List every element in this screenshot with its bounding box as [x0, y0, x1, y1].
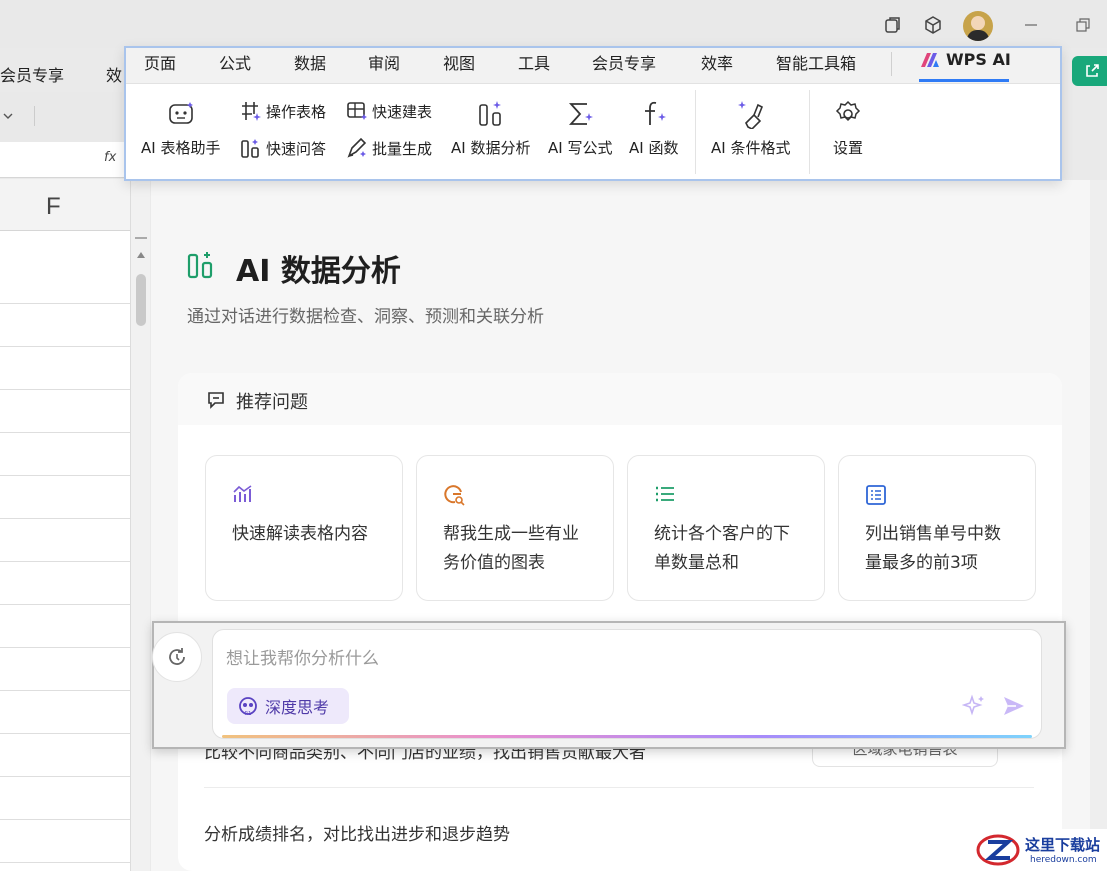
- watermark-name: 这里下载站: [1025, 836, 1101, 854]
- tab-efficiency[interactable]: 效率: [701, 50, 733, 74]
- ai-table-assistant-button[interactable]: AI 表格助手: [141, 99, 220, 158]
- list-item[interactable]: 分析成绩排名，对比找出进步和退步趋势: [204, 820, 510, 845]
- chart-icon: [232, 484, 254, 504]
- quick-qa-button[interactable]: 快速问答: [240, 137, 326, 159]
- maximize-icon[interactable]: [1072, 14, 1094, 36]
- active-tab-indicator: [919, 79, 1009, 82]
- divider: [204, 787, 1034, 788]
- gear-icon: [835, 100, 861, 122]
- background-toolbar-row: [0, 92, 130, 142]
- data-analysis-icon: [187, 249, 219, 279]
- question-card[interactable]: 快速解读表格内容: [205, 455, 403, 601]
- quick-build-label: 快速建表: [372, 102, 433, 121]
- question-card[interactable]: 列出销售单号中数量最多的前3项: [838, 455, 1036, 601]
- tab-review[interactable]: 审阅: [368, 50, 400, 74]
- question-card[interactable]: 帮我生成一些有业务价值的图表: [416, 455, 614, 601]
- recommend-header-label: 推荐问题: [236, 392, 308, 413]
- operate-table-label: 操作表格: [266, 102, 327, 121]
- bg-tab-member[interactable]: 会员专享: [0, 62, 64, 86]
- tab-member[interactable]: 会员专享: [592, 50, 656, 74]
- settings-label: 设置: [833, 139, 864, 157]
- table-list-icon: [865, 484, 887, 506]
- avatar[interactable]: [963, 11, 993, 41]
- chevron-down-icon[interactable]: [2, 110, 14, 122]
- ribbon-separator: [695, 90, 696, 174]
- batch-generate-button[interactable]: 批量生成: [346, 137, 432, 159]
- question-card-text: 快速解读表格内容: [232, 524, 368, 544]
- function-icon: [644, 101, 666, 125]
- scroll-up-icon[interactable]: [137, 252, 145, 258]
- brush-icon: [737, 101, 763, 129]
- cube-icon[interactable]: [922, 14, 944, 36]
- operate-table-button[interactable]: 操作表格: [240, 100, 326, 122]
- ai-table-assistant-label: AI 表格助手: [141, 139, 221, 157]
- sigma-icon: [569, 103, 594, 125]
- deep-think-icon: R1: [239, 697, 257, 717]
- minimize-icon[interactable]: [1020, 14, 1042, 36]
- tab-separator: [891, 52, 892, 76]
- pen-icon: [347, 137, 367, 158]
- tab-smart-toolbox[interactable]: 智能工具箱: [776, 50, 856, 74]
- quick-build-button[interactable]: 快速建表: [346, 100, 432, 122]
- bg-tab-efficiency[interactable]: 效: [106, 62, 122, 86]
- send-icon[interactable]: [1002, 695, 1026, 717]
- question-card[interactable]: 统计各个客户的下单数量总和: [627, 455, 825, 601]
- ai-conditional-format-label: AI 条件格式: [711, 139, 791, 157]
- sparkle-icon[interactable]: [962, 694, 986, 718]
- scrollbar-thumb[interactable]: [136, 274, 146, 326]
- ai-data-analysis-button[interactable]: AI 数据分析: [451, 99, 530, 158]
- tab-formula[interactable]: 公式: [219, 50, 251, 74]
- ai-function-label: AI 函数: [629, 139, 679, 157]
- share-button[interactable]: [1072, 56, 1107, 86]
- settings-button[interactable]: 设置: [833, 99, 863, 158]
- tab-page[interactable]: 页面: [144, 50, 176, 74]
- watermark-url: heredown.com: [1030, 855, 1097, 865]
- question-card-text: 帮我生成一些有业务价值的图表: [443, 524, 579, 573]
- batch-generate-label: 批量生成: [372, 139, 433, 158]
- sheet-scrollbar[interactable]: [130, 179, 150, 871]
- data-analysis-icon: [478, 101, 501, 126]
- panel-subtitle: 通过对话进行数据检查、洞察、预测和关联分析: [187, 307, 544, 327]
- question-card-text: 列出销售单号中数量最多的前3项: [865, 524, 1001, 573]
- build-table-icon: [347, 102, 367, 120]
- tab-wps-ai-label: WPS AI: [946, 50, 1011, 69]
- table-grid-icon: [242, 102, 261, 121]
- cell-grid[interactable]: [0, 231, 130, 871]
- fx-icon[interactable]: fx: [104, 150, 116, 165]
- input-glow-bar: [222, 735, 1032, 738]
- quick-qa-label: 快速问答: [266, 139, 327, 158]
- recommend-header: [178, 373, 1062, 425]
- tab-tools[interactable]: 工具: [518, 50, 550, 74]
- window-restore-icon[interactable]: [882, 14, 904, 36]
- column-header[interactable]: F: [0, 179, 130, 231]
- ai-conditional-format-button[interactable]: AI 条件格式: [711, 99, 790, 158]
- tab-wps-ai[interactable]: WPS AI: [920, 50, 1011, 69]
- deep-think-label: 深度思考: [265, 698, 330, 717]
- history-icon: [169, 648, 185, 665]
- question-card-text: 统计各个客户的下单数量总和: [654, 524, 790, 573]
- history-button[interactable]: [152, 632, 202, 682]
- tab-data[interactable]: 数据: [294, 50, 326, 74]
- ai-function-button[interactable]: AI 函数: [629, 99, 678, 158]
- comment-icon: [206, 390, 226, 410]
- wps-ai-logo-icon: [921, 52, 939, 67]
- search-chart-icon: [443, 484, 465, 506]
- ai-write-formula-button[interactable]: AI 写公式: [548, 99, 612, 158]
- ai-data-analysis-label: AI 数据分析: [451, 139, 531, 157]
- ribbon-separator: [809, 90, 810, 174]
- quick-qa-icon: [241, 139, 259, 158]
- watermark-logo-icon: [976, 832, 1020, 868]
- deep-think-button[interactable]: R1 深度思考: [227, 688, 349, 724]
- column-label: F: [46, 193, 61, 220]
- panel-scrollbar[interactable]: [1090, 180, 1107, 871]
- ai-write-formula-label: AI 写公式: [548, 139, 613, 157]
- panel-title: AI 数据分析: [236, 254, 401, 289]
- deep-think-badge: R1: [245, 711, 252, 717]
- list-icon: [654, 484, 676, 504]
- tab-view[interactable]: 视图: [443, 50, 475, 74]
- query-input[interactable]: [226, 645, 1006, 673]
- fx-label: fx: [104, 150, 117, 165]
- robot-icon: [168, 102, 193, 124]
